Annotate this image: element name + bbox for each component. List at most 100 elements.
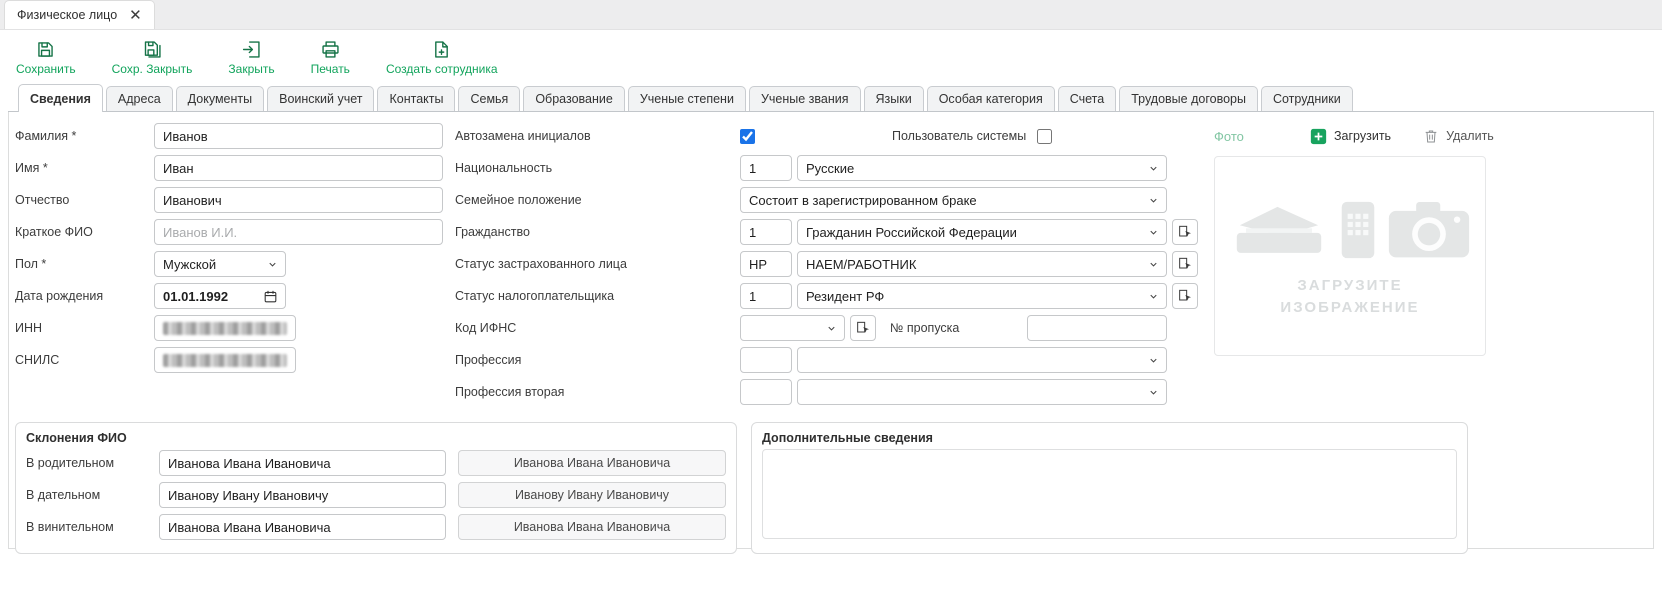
- calendar-icon[interactable]: [263, 289, 278, 304]
- nationality-code-input[interactable]: [740, 155, 792, 181]
- marital-status-controls: Состоит в зарегистрированном браке: [740, 187, 1167, 213]
- close-button[interactable]: Закрыть: [228, 39, 274, 76]
- gender-row: Пол * Мужской: [15, 248, 443, 280]
- tab-yazyki[interactable]: Языки: [864, 86, 924, 111]
- chevron-down-icon: [826, 323, 837, 334]
- profession-select[interactable]: [797, 347, 1167, 373]
- insured-status-code-input[interactable]: [740, 251, 792, 277]
- save-close-icon: [142, 39, 163, 60]
- additional-info-title: Дополнительные сведения: [762, 431, 1457, 445]
- additional-info-textarea[interactable]: [762, 449, 1457, 539]
- create-employee-button-label: Создать сотрудника: [386, 62, 498, 76]
- checkbox-row: Автозамена инициалов Пользователь систем…: [455, 120, 1198, 152]
- insured-status-select[interactable]: НАЕМ/РАБОТНИК: [797, 251, 1167, 277]
- marital-status-select[interactable]: Состоит в зарегистрированном браке: [740, 187, 1167, 213]
- tab-uchenye-zvaniya[interactable]: Ученые звания: [749, 86, 861, 111]
- tab-osobaya-kategoriya[interactable]: Особая категория: [927, 86, 1055, 111]
- tab-trudovye-dogovory[interactable]: Трудовые договоры: [1119, 86, 1258, 111]
- save-button[interactable]: Сохранить: [16, 39, 76, 76]
- tab-adresa[interactable]: Адреса: [106, 86, 173, 111]
- close-button-label: Закрыть: [228, 62, 274, 76]
- pass-number-input[interactable]: [1027, 315, 1167, 341]
- photo-upload-button[interactable]: Загрузить: [1310, 128, 1391, 145]
- photo-delete-button[interactable]: Удалить: [1423, 128, 1494, 144]
- accusative-row: В винительном Иванова Ивана Ивановича: [26, 511, 726, 543]
- snils-masked-value: [163, 354, 287, 367]
- citizenship-code-input[interactable]: [740, 219, 792, 245]
- first-name-input[interactable]: [154, 155, 443, 181]
- genitive-suggest-button[interactable]: Иванова Ивана Ивановича: [458, 450, 726, 476]
- profession-code-input[interactable]: [740, 347, 792, 373]
- tab-kontakty[interactable]: Контакты: [377, 86, 455, 111]
- profession2-select[interactable]: [797, 379, 1167, 405]
- genitive-label: В родительном: [26, 456, 159, 470]
- tab-scheta[interactable]: Счета: [1058, 86, 1116, 111]
- last-name-row: Фамилия *: [15, 120, 443, 152]
- gender-label: Пол *: [15, 257, 154, 271]
- tab-sotrudniki[interactable]: Сотрудники: [1261, 86, 1353, 111]
- insured-status-label: Статус застрахованного лица: [455, 257, 740, 271]
- genitive-input[interactable]: [159, 450, 446, 476]
- plus-icon: [1310, 128, 1327, 145]
- reference-picker-icon: [1177, 256, 1193, 272]
- middle-name-input[interactable]: [154, 187, 443, 213]
- taxpayer-status-label: Статус налогоплательщика: [455, 289, 740, 303]
- window-tab-title: Физическое лицо: [17, 8, 117, 22]
- taxpayer-status-controls: Резидент РФ: [740, 283, 1167, 309]
- profession2-controls: [740, 379, 1167, 405]
- auto-initials-checkbox[interactable]: [740, 129, 755, 144]
- print-button-label: Печать: [311, 62, 350, 76]
- middle-name-row: Отчество: [15, 184, 443, 216]
- insured-status-value: НАЕМ/РАБОТНИК: [806, 257, 916, 272]
- print-button[interactable]: Печать: [311, 39, 350, 76]
- citizenship-controls: Гражданин Российской Федерации: [740, 219, 1167, 245]
- nationality-select[interactable]: Русские: [797, 155, 1167, 181]
- save-close-button[interactable]: Сохр. Закрыть: [112, 39, 193, 76]
- tab-obrazovanie[interactable]: Образование: [523, 86, 624, 111]
- window-tab[interactable]: Физическое лицо ✕: [4, 0, 155, 29]
- citizenship-lookup-button[interactable]: [1172, 219, 1198, 245]
- tab-voinskiy-uchet[interactable]: Воинский учет: [267, 86, 374, 111]
- chevron-down-icon: [1148, 259, 1159, 270]
- auto-initials-label: Автозамена инициалов: [455, 129, 740, 143]
- photo-dropzone[interactable]: ЗАГРУЗИТЕ ИЗОБРАЖЕНИЕ: [1214, 156, 1486, 356]
- insured-status-lookup-button[interactable]: [1172, 251, 1198, 277]
- accusative-input[interactable]: [159, 514, 446, 540]
- birth-date-input[interactable]: 01.01.1992: [154, 283, 286, 309]
- tab-uchenye-stepeni[interactable]: Ученые степени: [628, 86, 746, 111]
- ifns-controls: № пропуска: [740, 315, 1167, 341]
- snils-label: СНИЛС: [15, 353, 154, 367]
- profession2-label: Профессия вторая: [455, 385, 740, 399]
- ifns-code-select[interactable]: [740, 315, 845, 341]
- inn-input[interactable]: [154, 315, 296, 341]
- last-name-input[interactable]: [154, 123, 443, 149]
- system-user-checkbox[interactable]: [1037, 129, 1052, 144]
- taxpayer-status-lookup-button[interactable]: [1172, 283, 1198, 309]
- taxpayer-status-select[interactable]: Резидент РФ: [797, 283, 1167, 309]
- taxpayer-status-code-input[interactable]: [740, 283, 792, 309]
- birth-date-label: Дата рождения: [15, 289, 154, 303]
- window-tab-close-icon[interactable]: ✕: [129, 8, 142, 23]
- dative-input[interactable]: [159, 482, 446, 508]
- citizenship-row: Гражданство Гражданин Российской Федерац…: [455, 216, 1198, 248]
- tab-svedeniya[interactable]: Сведения: [18, 84, 103, 112]
- gender-select[interactable]: Мужской: [154, 251, 286, 277]
- marital-status-value: Состоит в зарегистрированном браке: [749, 193, 977, 208]
- dative-suggest-button[interactable]: Иванову Ивану Ивановичу: [458, 482, 726, 508]
- accusative-label: В винительном: [26, 520, 159, 534]
- citizenship-select[interactable]: Гражданин Российской Федерации: [797, 219, 1167, 245]
- chevron-down-icon: [1148, 163, 1159, 174]
- profession2-code-input[interactable]: [740, 379, 792, 405]
- trash-icon: [1423, 128, 1439, 144]
- tab-dokumenty[interactable]: Документы: [176, 86, 264, 111]
- inn-row: ИНН: [15, 312, 443, 344]
- save-button-label: Сохранить: [16, 62, 76, 76]
- snils-input[interactable]: [154, 347, 296, 373]
- accusative-suggest-button[interactable]: Иванова Ивана Ивановича: [458, 514, 726, 540]
- middle-name-label: Отчество: [15, 193, 154, 207]
- camera-icon: [1387, 198, 1471, 259]
- tab-semya[interactable]: Семья: [458, 86, 520, 111]
- create-employee-button[interactable]: Создать сотрудника: [386, 39, 498, 76]
- ifns-lookup-button[interactable]: [850, 315, 876, 341]
- short-name-input[interactable]: [154, 219, 443, 245]
